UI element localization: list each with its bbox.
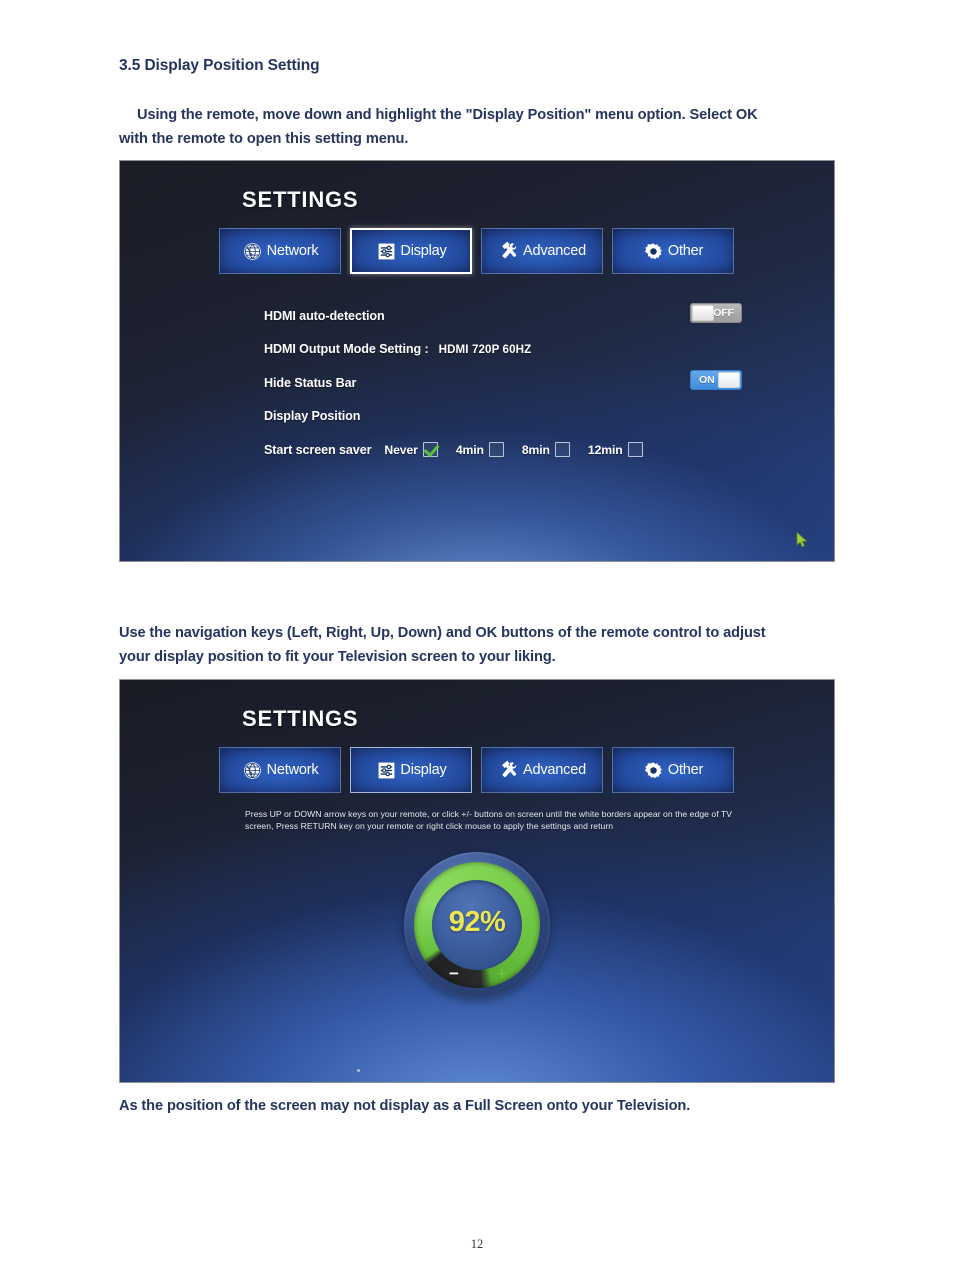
settings-heading: SETTINGS (242, 706, 359, 731)
tab-network[interactable]: Network (219, 747, 341, 793)
gauge-value-label: 92% (448, 905, 506, 938)
settings-heading: SETTINGS (242, 187, 359, 212)
tab-other-label: Other (667, 762, 704, 778)
hdmi-output-mode-label: HDMI Output Mode Setting : (264, 342, 429, 357)
screen-saver-option-4min-label: 4min (455, 442, 484, 457)
display-position-hint: Press UP or DOWN arrow keys on your remo… (245, 809, 733, 831)
tab-other[interactable]: Other (612, 747, 734, 793)
gear-icon (643, 759, 665, 781)
hdmi-output-mode-value: HDMI 720P 60HZ (438, 342, 532, 356)
tab-advanced-label: Advanced (523, 762, 586, 778)
settings-tab-bar: Network Display Advanced Other (219, 228, 734, 274)
tab-other-label: Other (667, 243, 704, 259)
toggle-knob (692, 305, 714, 321)
tools-icon (498, 759, 520, 781)
gear-icon (643, 240, 665, 262)
tab-advanced[interactable]: Advanced (481, 747, 603, 793)
sliders-icon (375, 240, 397, 262)
setting-row-hide-status-bar[interactable]: Hide Status Bar ON (264, 366, 742, 400)
tab-network-label: Network (266, 762, 319, 778)
setting-row-display-position[interactable]: Display Position (264, 400, 704, 434)
hide-status-bar-label: Hide Status Bar (264, 375, 357, 390)
setting-row-hdmi-auto-detection[interactable]: HDMI auto-detection OFF (264, 299, 742, 333)
page-title: 3.5 Display Position Setting (119, 57, 320, 74)
display-settings-list: HDMI auto-detection OFF HDMI Output Mode… (264, 299, 742, 467)
globe-icon (242, 759, 264, 781)
bottom-line-1: As the position of the screen may not di… (119, 1098, 691, 1114)
screen-saver-12min-checkbox[interactable] (627, 442, 643, 458)
intro-paragraph: Using the remote, move down and highligh… (119, 103, 859, 151)
tab-display[interactable]: Display (350, 747, 472, 793)
tab-network-label: Network (266, 243, 319, 259)
screen-saver-never-checkbox[interactable] (422, 442, 438, 458)
globe-icon (242, 240, 264, 262)
display-position-gauge[interactable]: 92% − + (404, 852, 550, 998)
settings-screenshot-display-menu: SETTINGS Network Display Advanced Other … (119, 160, 835, 562)
screen-saver-8min-checkbox[interactable] (554, 442, 570, 458)
settings-tab-bar: Network Display Advanced Other (219, 747, 734, 793)
green-arrow-cursor-icon (796, 532, 807, 548)
screen-saver-options: Never 4min 8min 12min (384, 442, 643, 458)
screen-saver-option-8min[interactable]: 8min (521, 442, 570, 458)
toggle-knob (718, 372, 740, 388)
page-number: 12 (470, 1237, 484, 1251)
hdmi-auto-detection-toggle[interactable]: OFF (690, 303, 742, 323)
screen-saver-4min-checkbox[interactable] (488, 442, 504, 458)
hdmi-auto-detection-state: OFF (713, 307, 734, 319)
tab-advanced[interactable]: Advanced (481, 228, 603, 274)
gauge-decrease-button[interactable]: − (449, 965, 459, 982)
tab-display-label: Display (400, 762, 447, 778)
setting-row-hdmi-output-mode[interactable]: HDMI Output Mode Setting : HDMI 720P 60H… (264, 333, 704, 367)
bottom-paragraph: As the position of the screen may not di… (119, 1094, 859, 1118)
screen-saver-option-4min[interactable]: 4min (455, 442, 504, 458)
screen-saver-option-12min-label: 12min (587, 442, 623, 457)
intro-line-2: with the remote to open this setting men… (119, 131, 409, 147)
manual-page: 3.5 Display Position Setting Using the r… (0, 0, 954, 1271)
screen-saver-option-12min[interactable]: 12min (587, 442, 643, 458)
tab-display-label: Display (400, 243, 447, 259)
screen-artifact-speck (357, 1069, 360, 1072)
screen-saver-option-never[interactable]: Never (384, 442, 438, 458)
gauge-increase-button[interactable]: + (497, 965, 507, 982)
tab-display[interactable]: Display (350, 228, 472, 274)
screen-saver-option-8min-label: 8min (521, 442, 550, 457)
middle-line-1: Use the navigation keys (Left, Right, Up… (119, 625, 766, 641)
tools-icon (498, 240, 520, 262)
tab-network[interactable]: Network (219, 228, 341, 274)
hdmi-auto-detection-label: HDMI auto-detection (264, 308, 385, 323)
sliders-icon (375, 759, 397, 781)
settings-screenshot-display-position-gauge: SETTINGS Network Display Advanced Other … (119, 679, 835, 1083)
hide-status-bar-toggle[interactable]: ON (690, 370, 742, 390)
intro-line-1: Using the remote, move down and highligh… (137, 107, 758, 123)
display-position-label: Display Position (264, 409, 361, 424)
screen-saver-option-never-label: Never (384, 442, 418, 457)
tab-advanced-label: Advanced (523, 243, 586, 259)
middle-line-2: your display position to fit your Televi… (119, 649, 556, 665)
start-screen-saver-label: Start screen saver (264, 442, 372, 457)
middle-paragraph: Use the navigation keys (Left, Right, Up… (119, 621, 859, 669)
tab-other[interactable]: Other (612, 228, 734, 274)
hide-status-bar-state: ON (699, 374, 715, 386)
setting-row-start-screen-saver[interactable]: Start screen saver Never 4min 8min 12min (264, 433, 704, 467)
